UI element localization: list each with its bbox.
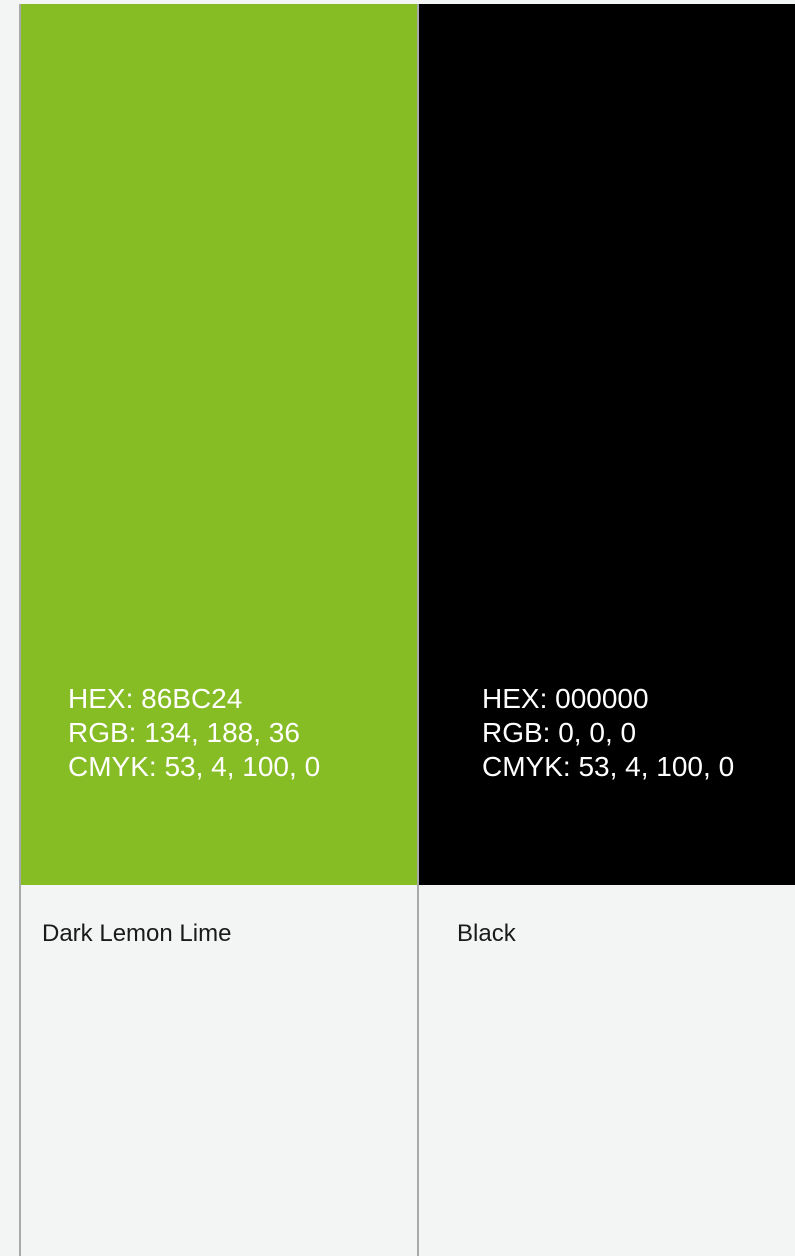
color-codes: HEX: 000000 RGB: 0, 0, 0 CMYK: 53, 4, 10…: [482, 682, 734, 784]
swatch-dark-lemon-lime: HEX: 86BC24 RGB: 134, 188, 36 CMYK: 53, …: [21, 4, 417, 885]
hex-code: HEX: 86BC24: [68, 683, 243, 714]
cmyk-code: CMYK: 53, 4, 100, 0: [482, 751, 735, 782]
rgb-code: RGB: 134, 188, 36: [68, 717, 300, 748]
color-palette: HEX: 86BC24 RGB: 134, 188, 36 CMYK: 53, …: [0, 0, 795, 1256]
color-name: Dark Lemon Lime: [42, 920, 232, 947]
hex-code: HEX: 000000: [482, 683, 649, 714]
color-name: Black: [457, 920, 516, 947]
cmyk-code: CMYK: 53, 4, 100, 0: [68, 751, 321, 782]
color-codes: HEX: 86BC24 RGB: 134, 188, 36 CMYK: 53, …: [68, 682, 320, 784]
rgb-code: RGB: 0, 0, 0: [482, 717, 637, 748]
swatch-black: HEX: 000000 RGB: 0, 0, 0 CMYK: 53, 4, 10…: [419, 4, 795, 885]
